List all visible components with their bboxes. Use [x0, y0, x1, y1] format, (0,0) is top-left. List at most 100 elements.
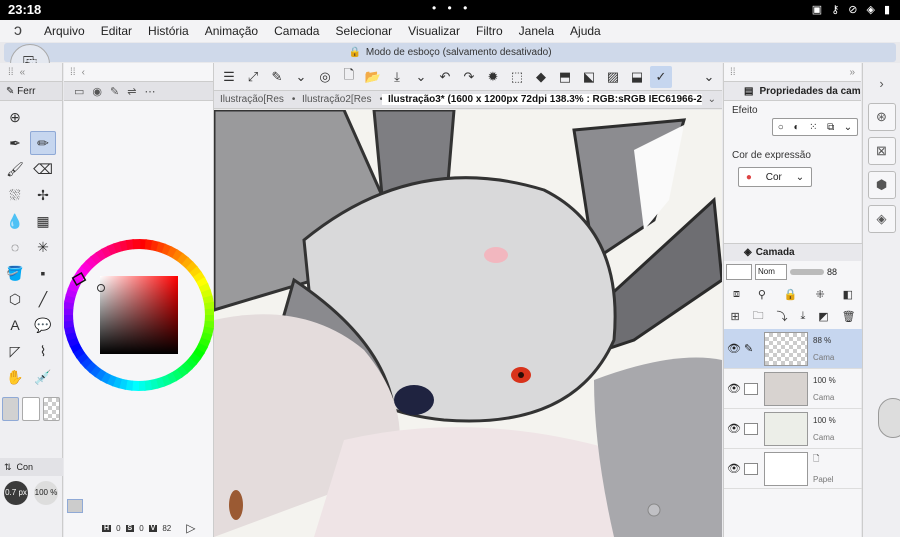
visibility-eye-icon[interactable]: 👁 [724, 382, 744, 395]
sub-tool-tab-2-icon[interactable]: ◉ [92, 85, 102, 98]
eraser-tool-icon[interactable]: ⌫ [30, 157, 56, 181]
sub-color-chip[interactable] [22, 397, 40, 421]
navigator-icon[interactable]: ⊛ [867, 103, 896, 131]
operation-tool-icon[interactable]: ✢ [30, 183, 56, 207]
3d-tool-icon[interactable]: ⬡ [2, 287, 28, 311]
transfer-layer-icon[interactable]: ⤵ [777, 308, 788, 324]
text-tool-icon[interactable]: A [2, 313, 28, 337]
material-icon[interactable]: ⬢ [867, 171, 896, 199]
brush-tool-icon[interactable]: 🖌 [2, 157, 28, 181]
chevron-down-icon[interactable]: ⌄ [844, 122, 852, 133]
eyedropper-tool-icon[interactable]: 💉 [30, 365, 56, 389]
ruler-snap-icon[interactable]: ✓ [650, 65, 672, 88]
pen-tool-icon[interactable]: ✒ [2, 131, 28, 155]
lock-layer-icon[interactable]: 🔒 [784, 288, 798, 301]
main-color-chip[interactable] [2, 397, 20, 421]
expression-color-dropdown[interactable]: ● Cor ⌄ [738, 167, 812, 187]
layer-property-title[interactable]: ▤ Propriedades da camad [724, 81, 861, 101]
pen-tab-icon[interactable]: ✎ [6, 86, 14, 97]
edge-panel-handle[interactable] [878, 398, 900, 438]
clip-studio-icon[interactable]: ◎ [314, 66, 336, 88]
line-tool-icon[interactable]: ╱ [30, 287, 56, 311]
sub-tool-tab-5-icon[interactable]: ⋯ [144, 85, 155, 98]
decoration-tool-icon[interactable]: ⛆ [2, 183, 28, 207]
panel-grip-icon[interactable]: ⁞⁞ [70, 67, 76, 78]
expand-right-icon[interactable]: › [868, 69, 896, 97]
menu-icon[interactable]: ☰ [218, 66, 240, 88]
figure-tool-icon[interactable]: ▦ [30, 209, 56, 233]
clip-studio-logo-icon[interactable]: ↄ [0, 22, 36, 40]
drawing-canvas[interactable] [214, 110, 722, 537]
layer-row[interactable]: 👁 100 % Cama [724, 369, 862, 409]
redo-icon[interactable]: ↷ [458, 66, 480, 88]
merge-layer-icon[interactable]: ⤓ [800, 310, 805, 323]
layer-checkbox[interactable] [744, 422, 758, 435]
tool-property-icon[interactable]: ⇅ [4, 462, 12, 473]
undo-icon[interactable]: ↶ [434, 66, 456, 88]
edit-pencil-icon[interactable]: ✎ [744, 342, 758, 355]
fill-icon[interactable]: ◆ [530, 66, 552, 88]
menu-editar[interactable]: Editar [93, 24, 140, 38]
visibility-eye-icon[interactable]: 👁 [724, 422, 744, 435]
balloon-tool-icon[interactable]: 💬 [30, 313, 56, 337]
invert-selection-icon[interactable]: ▨ [602, 66, 624, 88]
tone-icon[interactable]: ⁙ [809, 122, 817, 133]
color-wheel[interactable] [64, 233, 214, 393]
layer-checkbox[interactable] [744, 462, 758, 475]
menu-arquivo[interactable]: Arquivo [36, 24, 93, 38]
panel-grip-icon[interactable]: ⁞⁞ [730, 67, 736, 78]
move-layer-tool-icon[interactable]: ⊕ [2, 105, 28, 129]
layer-color-box[interactable] [726, 264, 752, 280]
reference-layer-icon[interactable]: ⚲ [758, 288, 766, 301]
mask-layer-icon[interactable]: ◩ [818, 310, 828, 323]
visibility-eye-icon[interactable]: 👁 [724, 342, 744, 355]
loading-icon[interactable]: ✹ [482, 66, 504, 88]
layer-row[interactable]: 👁 100 % Cama [724, 409, 862, 449]
tool-tab-label[interactable]: Ferr [17, 86, 35, 97]
collapse-left-icon[interactable]: « [20, 67, 26, 78]
panel-grip-icon[interactable]: ⁞⁞ [8, 67, 14, 78]
transparent-color-chip[interactable] [42, 397, 60, 421]
menu-camada[interactable]: Camada [266, 24, 327, 38]
doc-tab-3[interactable]: Ilustração3* (1600 x 1200px 72dpi 138.3%… [382, 94, 702, 105]
layer-checkbox[interactable] [744, 382, 758, 395]
crop-icon[interactable]: ⬓ [626, 66, 648, 88]
chevron-down-icon[interactable]: ⌄ [410, 66, 432, 88]
collapse-left-icon[interactable]: ‹ [82, 67, 85, 78]
edit-icon[interactable]: ✎ [266, 66, 288, 88]
brush-size-value[interactable]: 0.7 px [4, 481, 28, 505]
extract-line-icon[interactable]: ◐ [793, 122, 799, 133]
deselect-icon[interactable]: ⬕ [578, 66, 600, 88]
menu-animacao[interactable]: Animação [197, 24, 266, 38]
menu-historia[interactable]: História [140, 24, 197, 38]
mask-icon[interactable]: ◧ [843, 288, 853, 301]
layer-panel-title[interactable]: ◈ Camada [724, 243, 862, 261]
layer-search-icon[interactable]: ◈ [867, 205, 896, 233]
transform-icon[interactable]: ⬒ [554, 66, 576, 88]
layer-opacity-value[interactable]: 88 [827, 267, 837, 277]
doc-tabs-chevron-icon[interactable]: ⌄ [702, 94, 722, 105]
sub-tool-tab-3-icon[interactable]: ✎ [110, 85, 119, 98]
menu-filtro[interactable]: Filtro [468, 24, 511, 38]
ruler-tool-icon[interactable]: ◸ [2, 339, 28, 363]
chevron-down-icon[interactable]: ⌄ [698, 66, 720, 88]
layer-opacity-slider[interactable] [790, 269, 824, 275]
pencil-tool-icon[interactable]: ✏ [30, 131, 56, 155]
correct-line-tool-icon[interactable]: ⌇ [30, 339, 56, 363]
layer-color-icon[interactable]: ⧉ [827, 122, 834, 133]
menu-visualizar[interactable]: Visualizar [400, 24, 468, 38]
menu-ajuda[interactable]: Ajuda [562, 24, 609, 38]
hue-segment[interactable] [132, 239, 141, 250]
opacity-value[interactable]: 100 % [34, 481, 58, 505]
sub-tool-tab-4-icon[interactable]: ⇌ [127, 85, 136, 98]
border-effect-icon[interactable]: ○ [778, 122, 784, 133]
menu-selecionar[interactable]: Selecionar [327, 24, 400, 38]
sub-tool-tab-1-icon[interactable]: ▭ [74, 85, 84, 98]
fit-screen-icon[interactable]: ⤢ [242, 66, 264, 88]
sub-view-icon[interactable]: ⊠ [867, 137, 896, 165]
fill-tool-icon[interactable]: 🪣 [2, 261, 28, 285]
delete-layer-icon[interactable]: 🗑 [842, 310, 856, 323]
effect-buttons[interactable]: ○ ◐ ⁙ ⧉ ⌄ [772, 118, 858, 136]
layer-row[interactable]: 👁 ✎ 88 % Cama [724, 329, 862, 369]
new-file-icon[interactable]: 🗋 [338, 66, 360, 88]
